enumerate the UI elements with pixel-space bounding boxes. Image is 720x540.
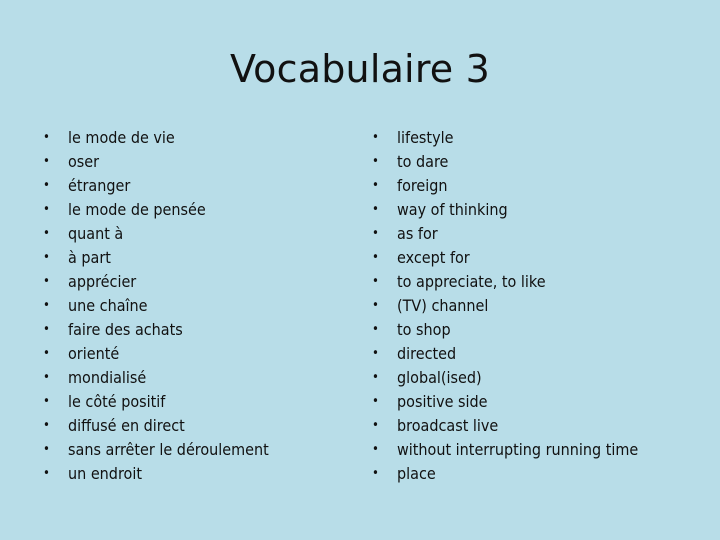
list-item: • positive side: [367, 390, 697, 414]
bullet-icon: •: [372, 442, 379, 457]
english-vocabulary-list: • lifestyle • to dare • foreign • way of thinki…: [367, 126, 697, 486]
bullet-icon: •: [43, 130, 50, 145]
english-translation-label: global(ised): [397, 368, 482, 387]
list-item: • except for: [367, 246, 697, 270]
french-term-label: oser: [68, 152, 100, 171]
bullet-icon: •: [372, 466, 379, 481]
english-translation-label: place: [397, 464, 436, 483]
list-item: • broadcast live: [367, 414, 697, 438]
french-term-label: mondialisé: [68, 368, 147, 387]
list-item: • place: [367, 462, 697, 486]
list-item: • lifestyle: [367, 126, 697, 150]
bullet-icon: •: [43, 394, 50, 409]
bullet-icon: •: [372, 226, 379, 241]
english-translation-label: except for: [397, 248, 470, 267]
list-item: • oser: [38, 150, 348, 174]
bullet-icon: •: [372, 202, 379, 217]
list-item: • as for: [367, 222, 697, 246]
french-term-label: le mode de pensée: [68, 200, 206, 219]
list-item: • to appreciate, to like: [367, 270, 697, 294]
list-item: • way of thinking: [367, 198, 697, 222]
list-item: • orienté: [38, 342, 348, 366]
list-item: • le mode de pensée: [38, 198, 348, 222]
bullet-icon: •: [372, 178, 379, 193]
list-item: • to shop: [367, 318, 697, 342]
list-item: • to dare: [367, 150, 697, 174]
french-term-label: apprécier: [68, 272, 137, 291]
bullet-icon: •: [372, 130, 379, 145]
french-term-label: diffusé en direct: [68, 416, 185, 435]
english-translation-label: broadcast live: [397, 416, 499, 435]
english-translation-label: to dare: [397, 152, 449, 171]
bullet-icon: •: [43, 202, 50, 217]
list-item: • directed: [367, 342, 697, 366]
bullet-icon: •: [43, 466, 50, 481]
bullet-icon: •: [372, 154, 379, 169]
bullet-icon: •: [372, 298, 379, 313]
english-translation-label: way of thinking: [397, 200, 508, 219]
list-item: • le mode de vie: [38, 126, 348, 150]
english-translation-label: directed: [397, 344, 457, 363]
bullet-icon: •: [43, 322, 50, 337]
list-item: • à part: [38, 246, 348, 270]
french-term-label: étranger: [68, 176, 131, 195]
french-term-label: sans arrêter le déroulement: [68, 440, 269, 459]
english-translation-label: foreign: [397, 176, 448, 195]
english-translation-label: to appreciate, to like: [397, 272, 546, 291]
bullet-icon: •: [372, 322, 379, 337]
bullet-icon: •: [372, 418, 379, 433]
bullet-icon: •: [43, 274, 50, 289]
bullet-icon: •: [43, 442, 50, 457]
list-item: • sans arrêter le déroulement: [38, 438, 348, 462]
bullet-icon: •: [43, 418, 50, 433]
list-item: • global(ised): [367, 366, 697, 390]
english-translation-label: (TV) channel: [397, 296, 489, 315]
french-term-label: à part: [68, 248, 111, 267]
bullet-icon: •: [43, 226, 50, 241]
list-item: • le côté positif: [38, 390, 348, 414]
list-item: • une chaîne: [38, 294, 348, 318]
english-translation-label: to shop: [397, 320, 451, 339]
french-term-label: le côté positif: [68, 392, 166, 411]
list-item: • mondialisé: [38, 366, 348, 390]
list-item: • diffusé en direct: [38, 414, 348, 438]
english-translation-label: lifestyle: [397, 128, 454, 147]
list-item: • without interrupting running time: [367, 438, 697, 462]
list-item: • quant à: [38, 222, 348, 246]
list-item: • foreign: [367, 174, 697, 198]
english-translation-label: as for: [397, 224, 438, 243]
english-column: • lifestyle • to dare • foreign • way of thinki…: [367, 126, 697, 486]
bullet-icon: •: [43, 250, 50, 265]
vocabulary-slide: Vocabulaire 3 • le mode de vie • oser • étran…: [0, 0, 720, 540]
french-column: • le mode de vie • oser • étranger • le mode de…: [38, 126, 348, 486]
list-item: • faire des achats: [38, 318, 348, 342]
bullet-icon: •: [43, 346, 50, 361]
french-term-label: le mode de vie: [68, 128, 175, 147]
bullet-icon: •: [43, 370, 50, 385]
bullet-icon: •: [372, 250, 379, 265]
page-title: Vocabulaire 3: [229, 47, 491, 91]
bullet-icon: •: [372, 274, 379, 289]
bullet-icon: •: [372, 394, 379, 409]
french-term-label: une chaîne: [68, 296, 148, 315]
french-term-label: un endroit: [68, 464, 142, 483]
bullet-icon: •: [372, 346, 379, 361]
english-translation-label: without interrupting running time: [397, 440, 639, 459]
list-item: • apprécier: [38, 270, 348, 294]
french-term-label: quant à: [68, 224, 124, 243]
bullet-icon: •: [43, 154, 50, 169]
list-item: • un endroit: [38, 462, 348, 486]
french-term-label: faire des achats: [68, 320, 183, 339]
bullet-icon: •: [372, 370, 379, 385]
french-term-label: orienté: [68, 344, 120, 363]
list-item: • (TV) channel: [367, 294, 697, 318]
english-translation-label: positive side: [397, 392, 488, 411]
bullet-icon: •: [43, 298, 50, 313]
bullet-icon: •: [43, 178, 50, 193]
list-item: • étranger: [38, 174, 348, 198]
french-vocabulary-list: • le mode de vie • oser • étranger • le mode de…: [38, 126, 348, 486]
